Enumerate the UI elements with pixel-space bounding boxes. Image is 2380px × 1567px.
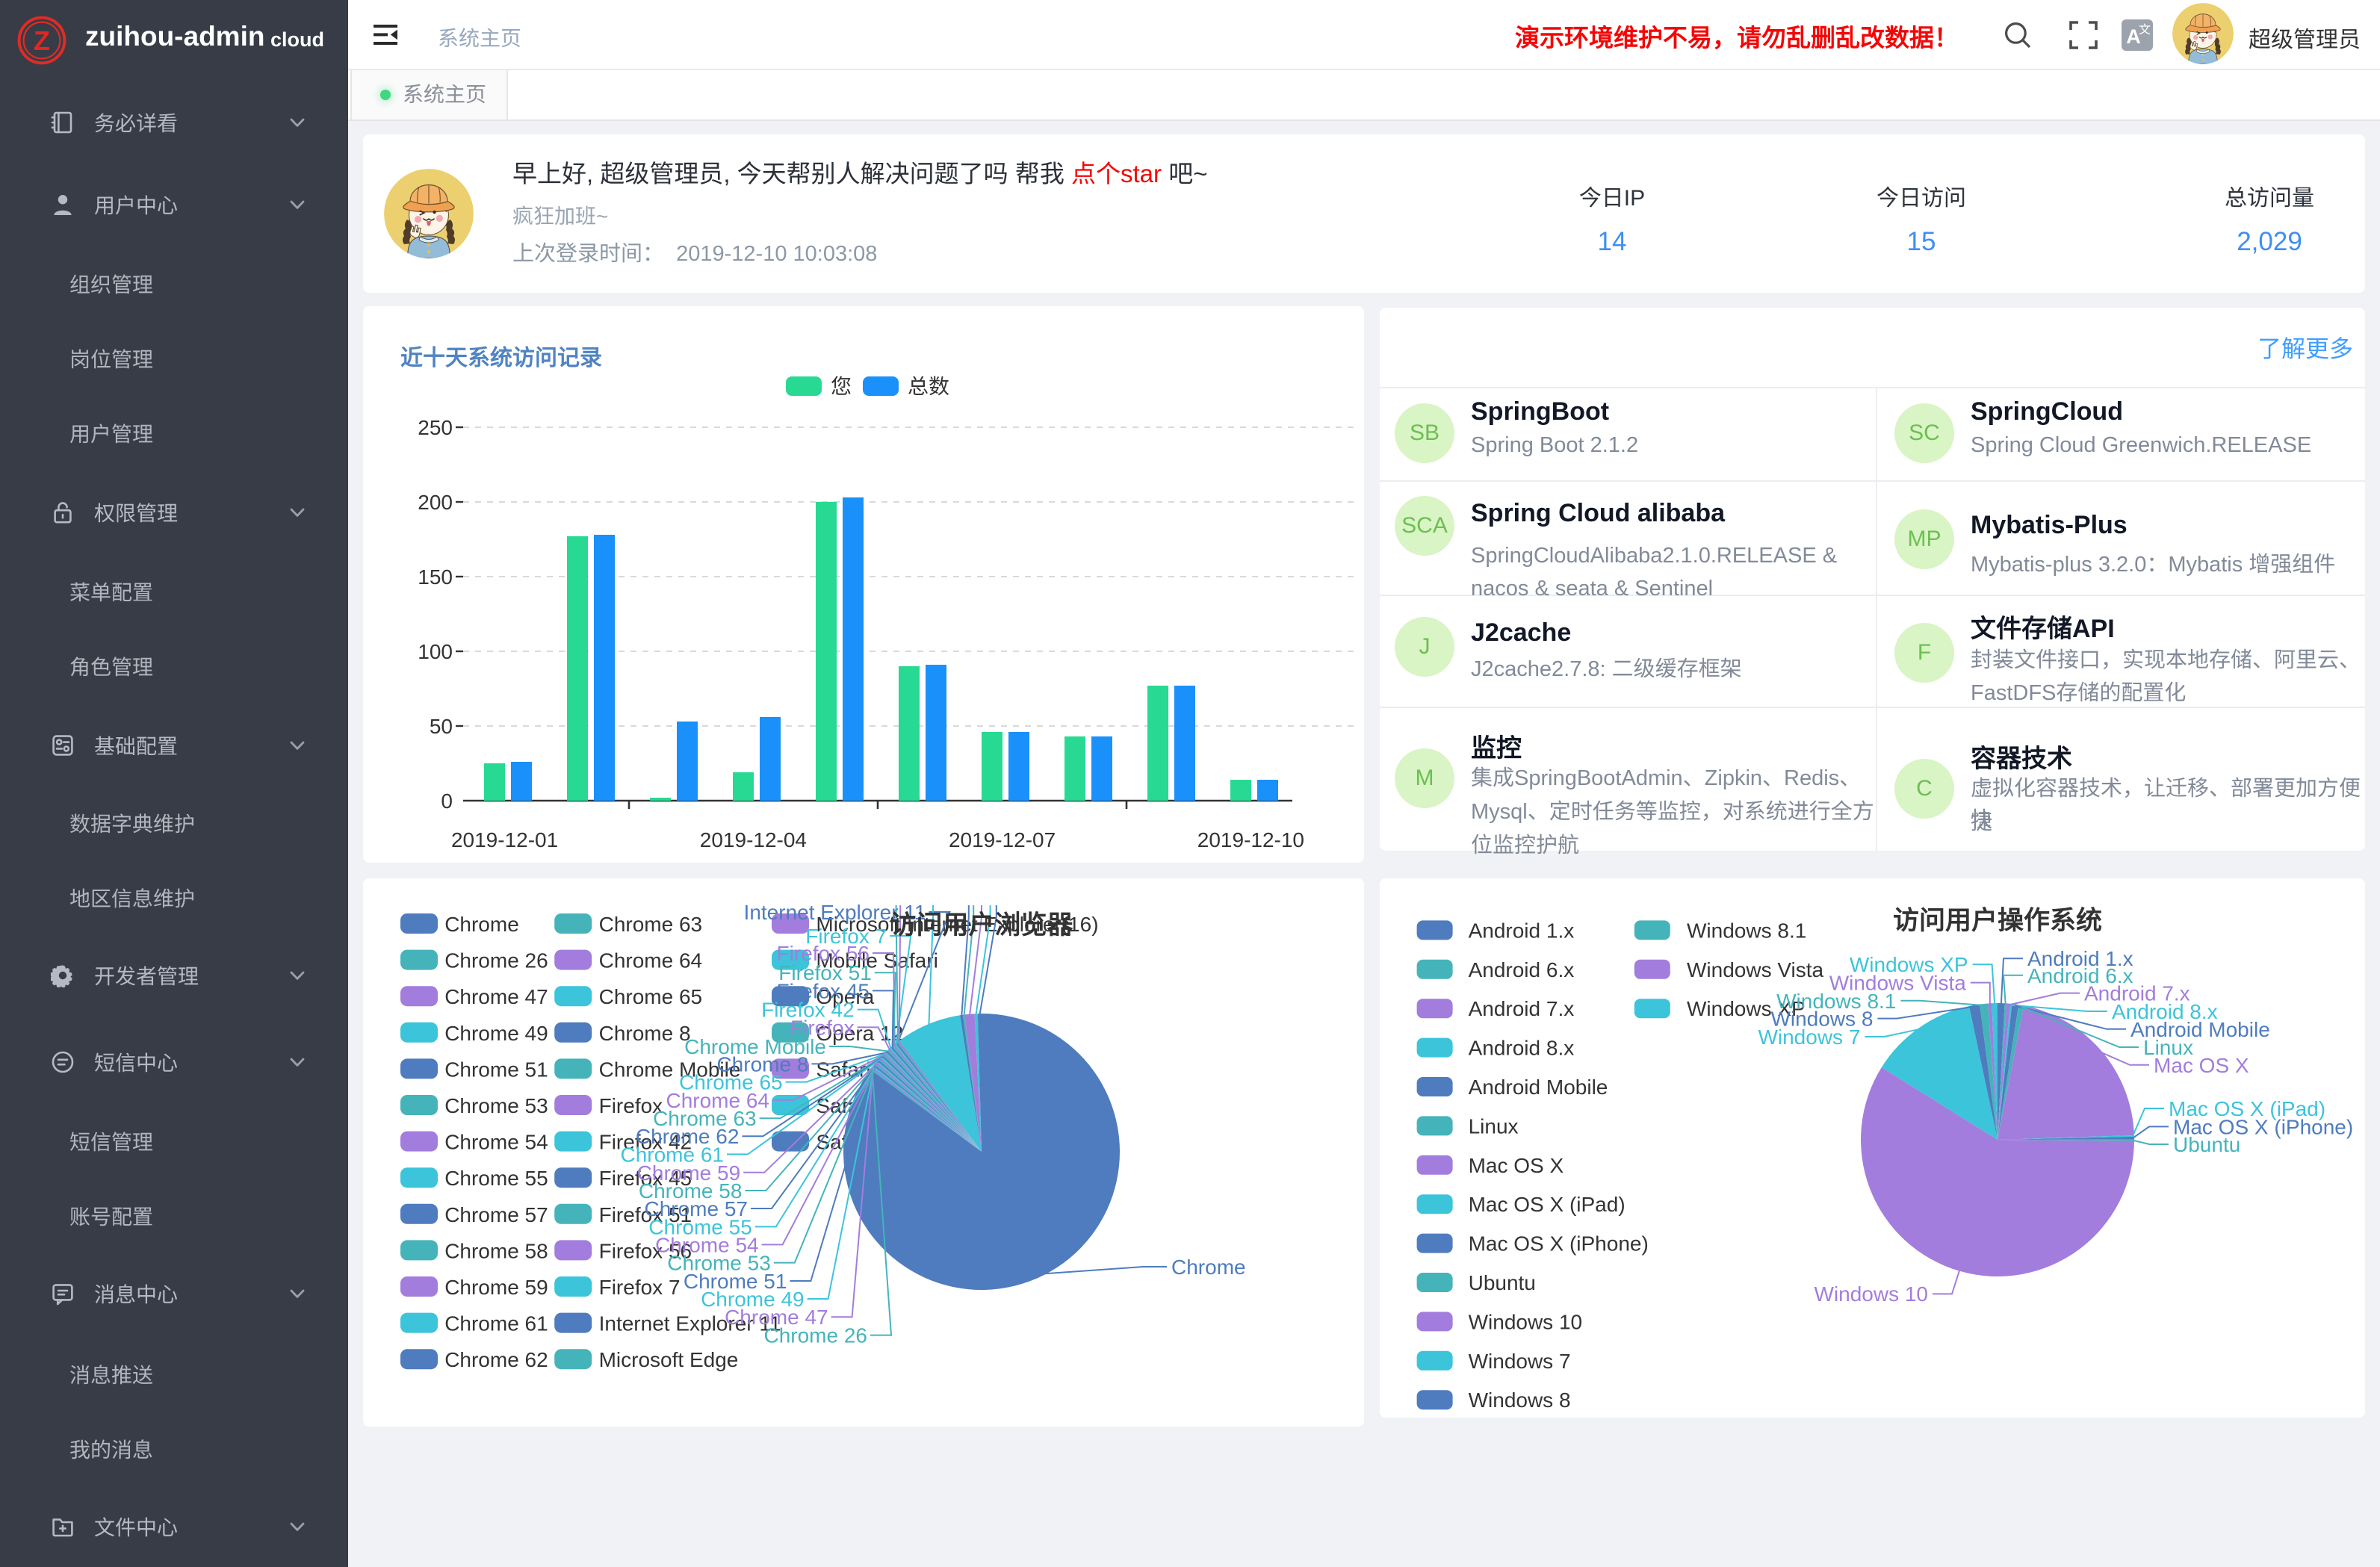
svg-text:2019-12-04: 2019-12-04 [700,828,807,851]
svg-text:Chrome 47: Chrome 47 [444,985,548,1008]
svg-text:Mac OS X: Mac OS X [1469,1154,1564,1177]
svg-text:Chrome 58: Chrome 58 [444,1239,548,1262]
svg-text:200: 200 [418,491,453,514]
svg-text:Chrome: Chrome [444,913,519,936]
svg-text:您: 您 [831,375,852,398]
svg-text:100: 100 [418,640,453,663]
svg-text:总数: 总数 [908,375,949,398]
svg-text:150: 150 [418,565,453,589]
svg-text:Chrome 65: Chrome 65 [599,985,703,1008]
svg-text:Firefox 7: Firefox 7 [599,1276,681,1299]
svg-text:50: 50 [430,715,453,738]
svg-text:Mac OS X (iPhone): Mac OS X (iPhone) [1469,1232,1649,1256]
svg-text:Chrome 62: Chrome 62 [444,1348,548,1371]
svg-text:Chrome 53: Chrome 53 [444,1094,548,1117]
svg-text:Chrome 63: Chrome 63 [599,913,703,936]
svg-text:Windows 7: Windows 7 [1469,1350,1571,1373]
svg-text:Chrome 57: Chrome 57 [444,1203,548,1226]
svg-text:访问用户浏览器: 访问用户浏览器 [890,910,1073,940]
svg-text:Android 1.x: Android 1.x [1469,919,1575,942]
svg-text:Windows Vista: Windows Vista [1687,958,1824,981]
svg-text:0: 0 [441,789,453,813]
svg-text:Windows 10: Windows 10 [1814,1282,1928,1306]
svg-text:Mac OS X (iPad): Mac OS X (iPad) [1469,1193,1626,1216]
svg-text:Windows 10: Windows 10 [1469,1310,1583,1333]
svg-text:Chrome 8: Chrome 8 [599,1022,691,1045]
svg-text:Chrome 26: Chrome 26 [763,1324,867,1347]
svg-text:文: 文 [2139,19,2151,37]
svg-text:Android Mobile: Android Mobile [1469,1076,1608,1099]
svg-text:2019-12-10: 2019-12-10 [1197,828,1304,851]
svg-text:Linux: Linux [1469,1114,1519,1138]
svg-text:Chrome: Chrome [1171,1256,1246,1279]
svg-text:Chrome 26: Chrome 26 [444,949,548,972]
svg-text:Android 6.x: Android 6.x [1469,958,1575,981]
svg-text:Chrome 51: Chrome 51 [444,1058,548,1081]
svg-text:Microsoft Edge: Microsoft Edge [599,1348,739,1371]
svg-text:Chrome 54: Chrome 54 [444,1131,548,1154]
svg-text:Mac OS X: Mac OS X [2154,1054,2249,1077]
svg-text:2019-12-01: 2019-12-01 [451,828,558,851]
svg-text:250: 250 [418,416,453,439]
svg-text:Android 8.x: Android 8.x [1469,1037,1575,1060]
svg-text:Windows 8.1: Windows 8.1 [1687,919,1806,942]
svg-text:Windows 8: Windows 8 [1469,1388,1571,1412]
svg-text:Ubuntu: Ubuntu [1469,1271,1536,1294]
svg-text:Chrome 64: Chrome 64 [599,949,703,972]
svg-text:Chrome 49: Chrome 49 [444,1022,548,1045]
svg-text:2019-12-07: 2019-12-07 [949,828,1056,851]
svg-text:Chrome 61: Chrome 61 [444,1312,548,1335]
svg-text:Z: Z [34,25,50,56]
svg-text:Chrome 59: Chrome 59 [444,1276,548,1299]
svg-text:Ubuntu: Ubuntu [2173,1133,2240,1156]
svg-text:访问用户操作系统: 访问用户操作系统 [1893,906,2102,935]
svg-text:Windows 7: Windows 7 [1758,1025,1860,1049]
svg-text:Android 7.x: Android 7.x [1469,997,1575,1020]
svg-text:Chrome 55: Chrome 55 [444,1167,548,1190]
